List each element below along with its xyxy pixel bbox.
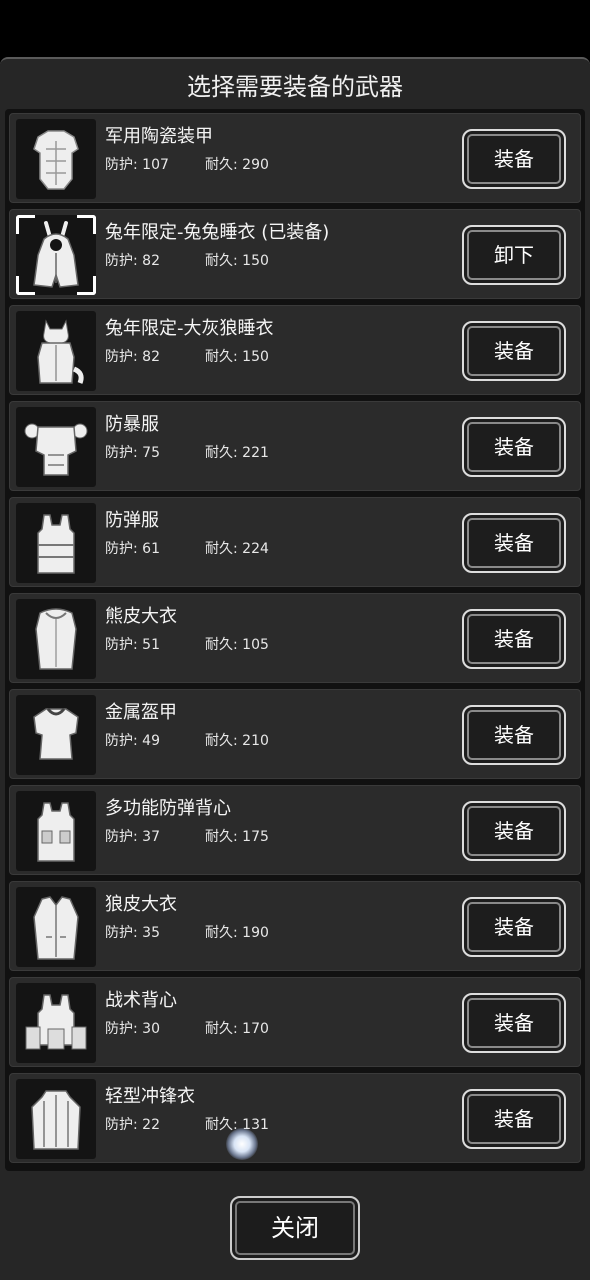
bearskin-coat-icon: [16, 599, 96, 679]
armor-name: 金属盔甲: [105, 702, 177, 723]
armor-item: 轻型冲锋衣 防护: 22 耐久: 131 装备: [9, 1073, 581, 1163]
equip-button[interactable]: 装备: [462, 897, 566, 957]
armor-name: 多功能防弹背心: [105, 798, 231, 819]
bunny-pajamas-icon: [16, 215, 96, 295]
tactical-vest-icon: [16, 983, 96, 1063]
protection-value: 防护: 82: [105, 253, 160, 269]
protection-value: 防护: 61: [105, 541, 160, 557]
durability-value: 耐久: 150: [205, 253, 269, 269]
armor-name: 兔年限定-大灰狼睡衣: [105, 318, 274, 339]
protection-value: 防护: 82: [105, 349, 160, 365]
durability-value: 耐久: 224: [205, 541, 269, 557]
durability-value: 耐久: 105: [205, 637, 269, 653]
armor-name: 熊皮大衣: [105, 606, 177, 627]
riot-suit-icon: [16, 407, 96, 487]
armor-name: 兔年限定-兔兔睡衣 (已装备): [105, 222, 330, 243]
durability-value: 耐久: 290: [205, 157, 269, 173]
armor-name: 防弹服: [105, 510, 159, 531]
equip-button[interactable]: 装备: [462, 129, 566, 189]
wolfskin-coat-icon: [16, 887, 96, 967]
equipment-dialog: 选择需要装备的武器 军用陶瓷装甲 防护: 107 耐久: 290 装备 兔年限定…: [0, 57, 590, 1280]
ceramic-armor-icon: [16, 119, 96, 199]
equip-button[interactable]: 装备: [462, 609, 566, 669]
equip-button[interactable]: 装备: [462, 417, 566, 477]
armor-item: 防暴服 防护: 75 耐久: 221 装备: [9, 401, 581, 491]
armor-item: 防弹服 防护: 61 耐久: 224 装备: [9, 497, 581, 587]
metal-armor-icon: [16, 695, 96, 775]
protection-value: 防护: 51: [105, 637, 160, 653]
protection-value: 防护: 107: [105, 157, 169, 173]
durability-value: 耐久: 170: [205, 1021, 269, 1037]
armor-name: 战术背心: [105, 990, 177, 1011]
armor-list[interactable]: 军用陶瓷装甲 防护: 107 耐久: 290 装备 兔年限定-兔兔睡衣 (已装备…: [5, 109, 585, 1171]
armor-item: 多功能防弹背心 防护: 37 耐久: 175 装备: [9, 785, 581, 875]
equip-button[interactable]: 装备: [462, 513, 566, 573]
protection-value: 防护: 49: [105, 733, 160, 749]
protection-value: 防护: 75: [105, 445, 160, 461]
dialog-title: 选择需要装备的武器: [187, 73, 403, 101]
armor-item: 兔年限定-兔兔睡衣 (已装备) 防护: 82 耐久: 150 卸下: [9, 209, 581, 299]
armor-name: 防暴服: [105, 414, 159, 435]
multi-vest-icon: [16, 791, 96, 871]
unequip-button[interactable]: 卸下: [462, 225, 566, 285]
protection-value: 防护: 35: [105, 925, 160, 941]
bulletproof-vest-icon: [16, 503, 96, 583]
armor-item: 熊皮大衣 防护: 51 耐久: 105 装备: [9, 593, 581, 683]
equip-button[interactable]: 装备: [462, 705, 566, 765]
wolf-pajamas-icon: [16, 311, 96, 391]
equip-button[interactable]: 装备: [462, 1089, 566, 1149]
equip-button[interactable]: 装备: [462, 993, 566, 1053]
durability-value: 耐久: 190: [205, 925, 269, 941]
armor-item: 战术背心 防护: 30 耐久: 170 装备: [9, 977, 581, 1067]
equip-button[interactable]: 装备: [462, 801, 566, 861]
durability-value: 耐久: 210: [205, 733, 269, 749]
durability-value: 耐久: 175: [205, 829, 269, 845]
armor-name: 狼皮大衣: [105, 894, 177, 915]
protection-value: 防护: 37: [105, 829, 160, 845]
light-jacket-icon: [16, 1079, 96, 1159]
durability-value: 耐久: 221: [205, 445, 269, 461]
armor-name: 轻型冲锋衣: [105, 1086, 195, 1107]
armor-item: 狼皮大衣 防护: 35 耐久: 190 装备: [9, 881, 581, 971]
armor-name: 军用陶瓷装甲: [105, 126, 213, 147]
armor-item: 军用陶瓷装甲 防护: 107 耐久: 290 装备: [9, 113, 581, 203]
protection-value: 防护: 22: [105, 1117, 160, 1133]
durability-value: 耐久: 150: [205, 349, 269, 365]
equip-button[interactable]: 装备: [462, 321, 566, 381]
close-button[interactable]: 关闭: [230, 1196, 360, 1260]
armor-item: 金属盔甲 防护: 49 耐久: 210 装备: [9, 689, 581, 779]
protection-value: 防护: 30: [105, 1021, 160, 1037]
touch-indicator: [226, 1128, 258, 1160]
armor-item: 兔年限定-大灰狼睡衣 防护: 82 耐久: 150 装备: [9, 305, 581, 395]
